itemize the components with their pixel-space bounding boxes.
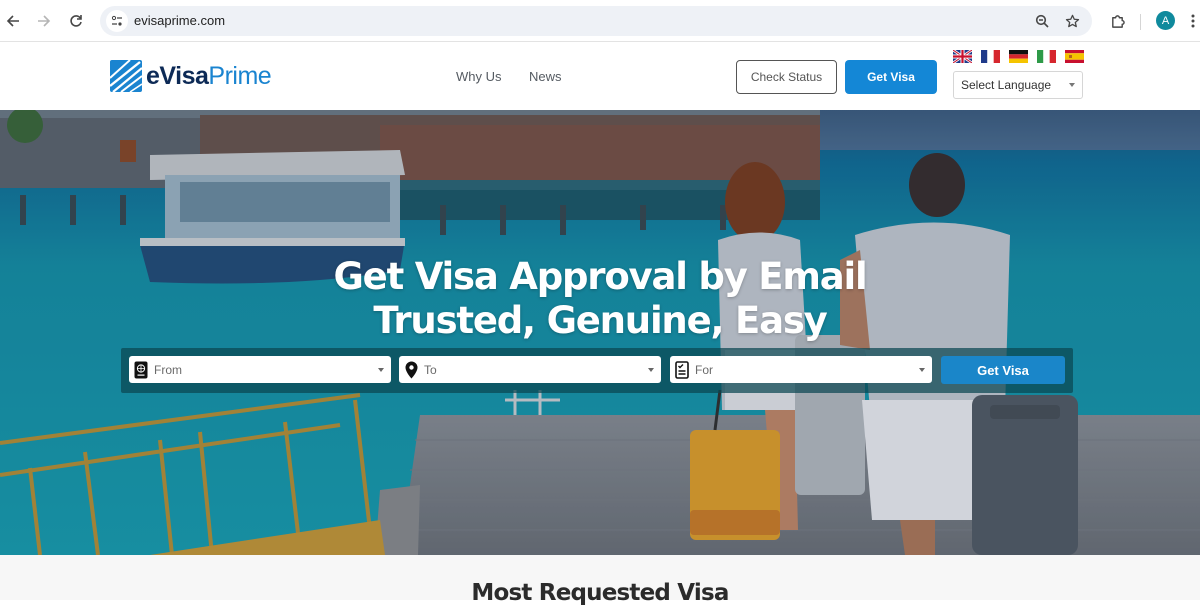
to-select[interactable]: To xyxy=(399,356,661,383)
chevron-down-icon xyxy=(919,368,925,372)
site-info-button[interactable] xyxy=(106,10,128,32)
get-visa-search-button[interactable]: Get Visa xyxy=(941,356,1065,384)
map-pin-icon xyxy=(403,360,419,379)
arrow-left-icon xyxy=(6,15,19,27)
site-header: eVisaPrime Why Us News Check Status Get … xyxy=(0,42,1200,110)
chevron-down-icon xyxy=(378,368,384,372)
reload-button[interactable] xyxy=(65,10,87,32)
logo-text: eVisaPrime xyxy=(146,62,272,90)
browser-toolbar: evisaprime.com A xyxy=(0,0,1200,42)
visa-search-form: From To For Get Visa xyxy=(121,348,1073,393)
tune-icon xyxy=(111,15,122,26)
reload-icon xyxy=(70,15,82,27)
logo-mark-icon xyxy=(110,60,142,92)
to-select-label: To xyxy=(424,363,437,377)
nav-why-us[interactable]: Why Us xyxy=(456,69,502,84)
flag-italy-icon[interactable] xyxy=(1037,50,1056,63)
arrow-right-icon xyxy=(38,15,51,27)
url-text[interactable]: evisaprime.com xyxy=(134,13,225,28)
most-requested-section: Most Requested Visa xyxy=(0,555,1200,606)
address-bar[interactable]: evisaprime.com xyxy=(100,6,1092,36)
kebab-menu-icon xyxy=(1191,14,1195,28)
flag-spain-icon[interactable] xyxy=(1065,50,1084,63)
flag-france-icon[interactable] xyxy=(981,50,1000,63)
for-select[interactable]: For xyxy=(670,356,932,383)
forward-button[interactable] xyxy=(33,10,55,32)
check-status-button[interactable]: Check Status xyxy=(736,60,837,94)
passport-icon xyxy=(133,360,149,379)
chevron-down-icon xyxy=(648,368,654,372)
from-select[interactable]: From xyxy=(129,356,391,383)
flag-germany-icon[interactable] xyxy=(1009,50,1028,63)
language-select-value: Select Language xyxy=(961,78,1052,92)
for-select-label: For xyxy=(695,363,713,377)
magnifier-icon xyxy=(1035,14,1049,28)
hero-heading: Get Visa Approval by Email Trusted, Genu… xyxy=(0,255,1200,343)
get-visa-header-button[interactable]: Get Visa xyxy=(845,60,937,94)
chevron-down-icon xyxy=(1069,83,1075,87)
hero-title-line2: Trusted, Genuine, Easy xyxy=(373,299,827,342)
extensions-button[interactable] xyxy=(1106,10,1128,32)
profile-avatar[interactable]: A xyxy=(1156,11,1175,30)
flag-uk-icon[interactable] xyxy=(953,50,972,63)
hero-title-line1: Get Visa Approval by Email xyxy=(333,255,868,298)
toolbar-divider xyxy=(1140,14,1141,30)
section-title: Most Requested Visa xyxy=(471,580,729,606)
from-select-label: From xyxy=(154,363,182,377)
star-icon xyxy=(1065,14,1079,27)
puzzle-icon xyxy=(1111,14,1125,28)
hero-banner: Get Visa Approval by Email Trusted, Genu… xyxy=(0,110,1200,555)
bookmark-button[interactable] xyxy=(1062,11,1082,31)
zoom-button[interactable] xyxy=(1032,11,1052,31)
checklist-icon xyxy=(674,360,690,379)
language-flags xyxy=(953,50,1084,63)
site-logo[interactable]: eVisaPrime xyxy=(110,60,272,92)
language-select[interactable]: Select Language xyxy=(953,71,1083,99)
nav-news[interactable]: News xyxy=(529,69,562,84)
back-button[interactable] xyxy=(2,10,24,32)
browser-menu-button[interactable] xyxy=(1186,10,1200,32)
